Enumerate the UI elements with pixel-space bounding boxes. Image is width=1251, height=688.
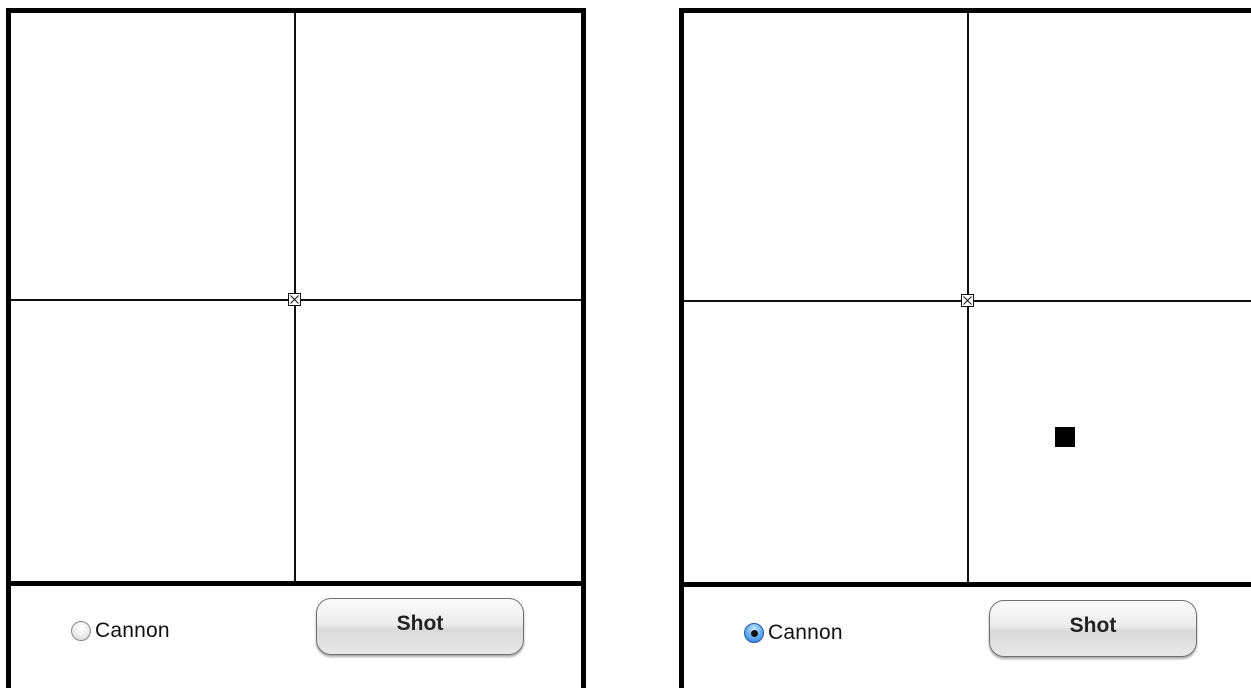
radio-selected-icon[interactable]: [744, 623, 764, 643]
control-bar: Cannon Shot: [684, 587, 1251, 688]
projectile-square-icon: [1055, 427, 1075, 447]
control-bar: Cannon Shot: [11, 586, 581, 688]
cannon-radio-label: Cannon: [768, 621, 843, 644]
shot-button-label: Shot: [396, 612, 444, 635]
app-window-right: Cannon Shot: [679, 8, 1251, 688]
app-window-left: Cannon Shot: [6, 8, 586, 688]
radio-dot-icon: [750, 629, 758, 637]
cannon-radio[interactable]: Cannon: [71, 619, 170, 643]
cannon-radio-label: Cannon: [95, 619, 170, 642]
shot-button[interactable]: Shot: [316, 598, 524, 655]
cannon-radio[interactable]: Cannon: [744, 621, 843, 645]
shot-button[interactable]: Shot: [989, 600, 1197, 657]
plot-canvas[interactable]: [684, 13, 1251, 582]
origin-marker-icon: [961, 294, 974, 307]
shot-button-label: Shot: [1069, 614, 1117, 637]
origin-marker-icon: [288, 293, 301, 306]
radio-unselected-icon[interactable]: [71, 621, 91, 641]
plot-canvas[interactable]: [11, 13, 581, 581]
